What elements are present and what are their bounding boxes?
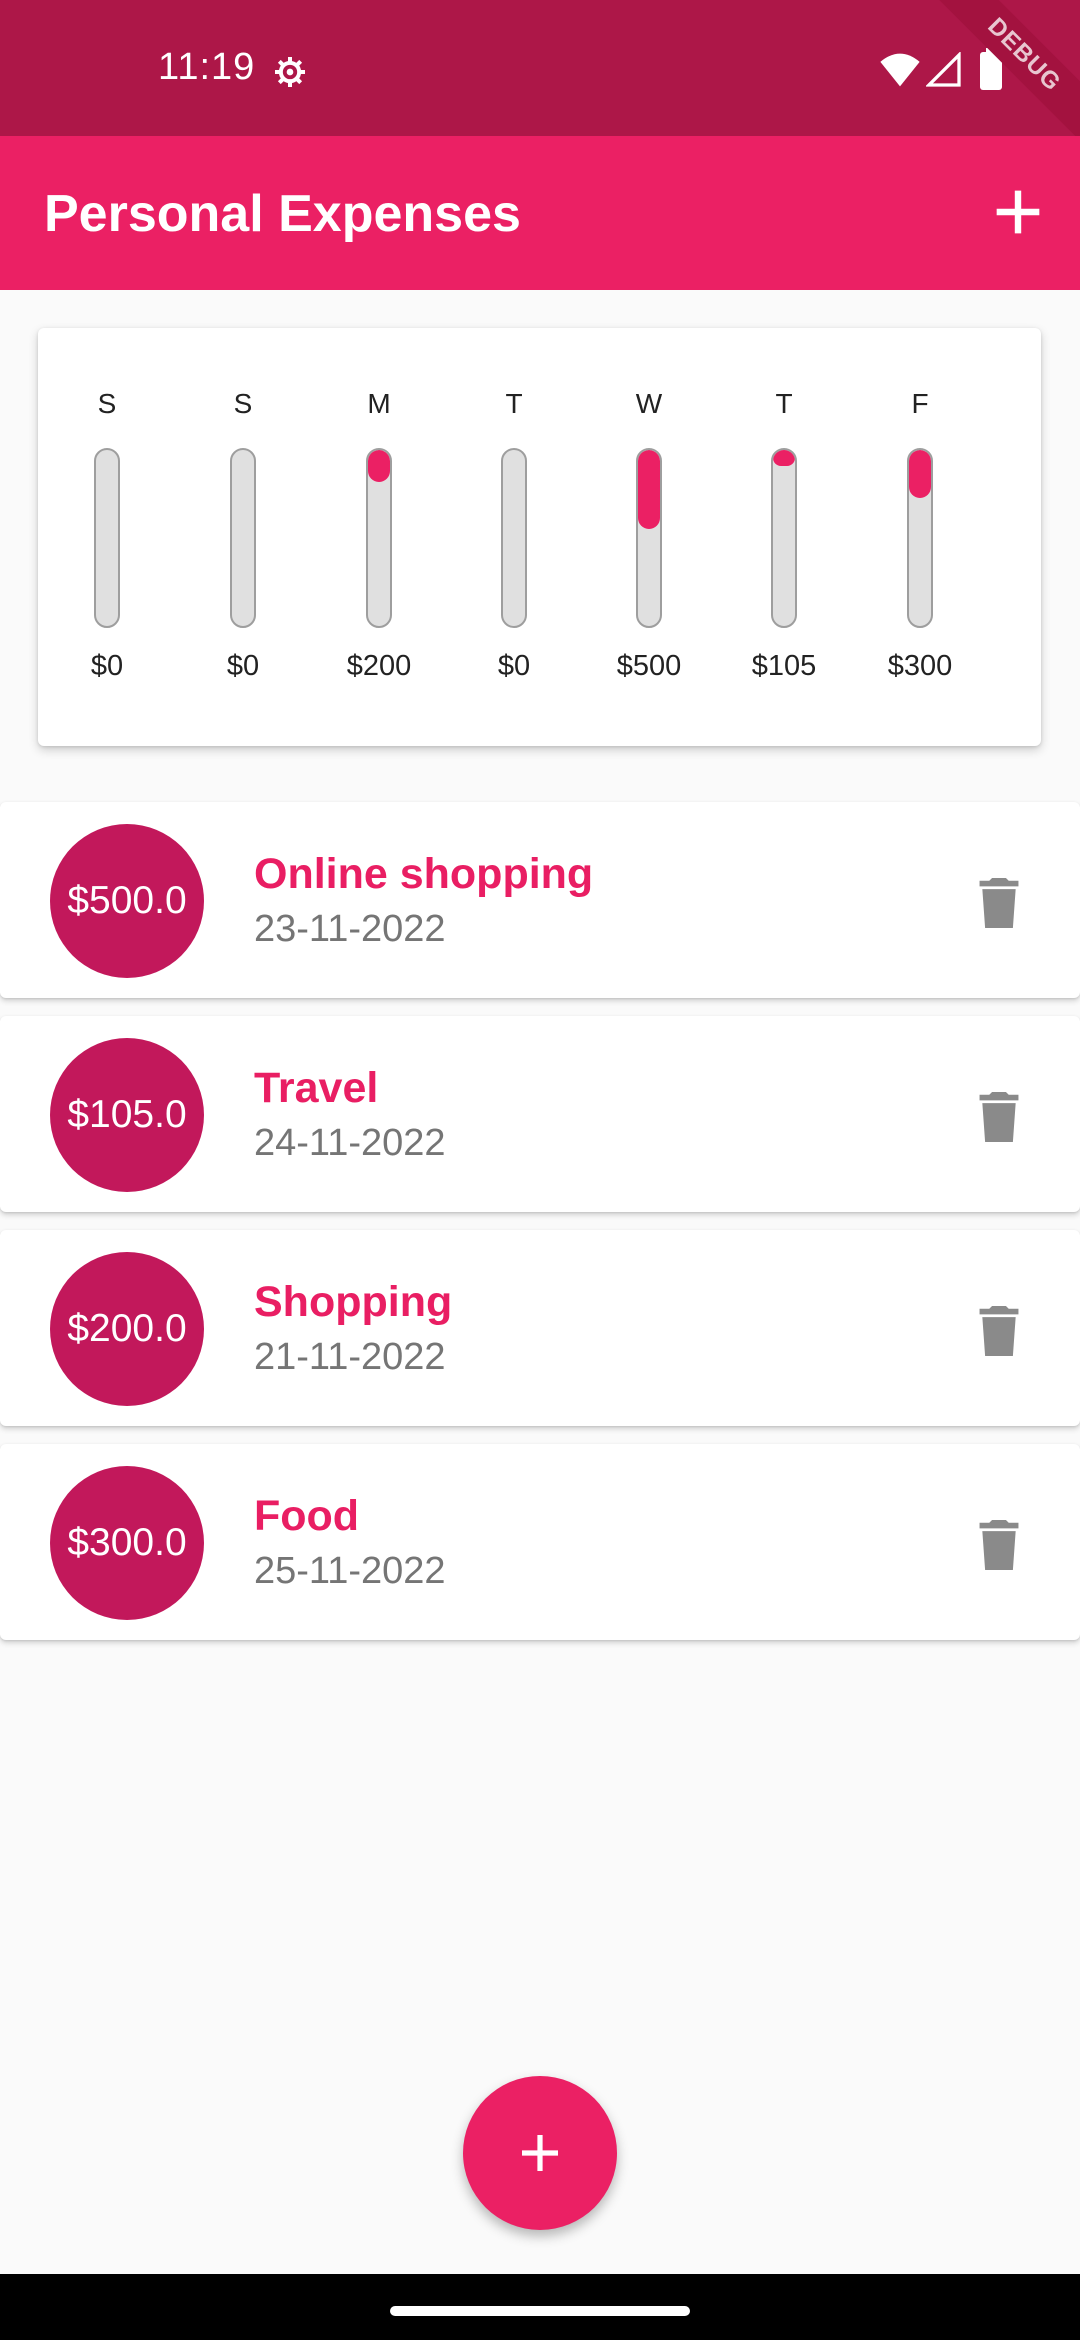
- amount-avatar: $300.0: [50, 1466, 204, 1620]
- plus-icon: [522, 2135, 558, 2171]
- transaction-date: 23-11-2022: [254, 908, 446, 950]
- bar-amount-label: $0: [90, 650, 124, 682]
- bar-track: [636, 448, 662, 628]
- status-time: 11:19: [158, 46, 256, 88]
- app-bar: Personal Expenses: [0, 136, 1080, 290]
- bar-amount-label: $500: [616, 650, 682, 682]
- chart-bar: T $105: [719, 328, 849, 746]
- chart-bar: M $200: [314, 328, 444, 746]
- bar-day-label: M: [367, 388, 391, 419]
- bar-track: [501, 448, 527, 628]
- transaction-date: 25-11-2022: [254, 1550, 446, 1592]
- trash-icon[interactable]: [978, 1520, 1020, 1570]
- chart-bar: T $0: [449, 328, 579, 746]
- page-title: Personal Expenses: [44, 185, 521, 243]
- bar-amount-label: $0: [226, 650, 260, 682]
- list-item: $300.0 Food 25-11-2022: [0, 1444, 1080, 1640]
- chart-bar: W $500: [584, 328, 714, 746]
- transaction-title: Travel: [254, 1064, 379, 1112]
- wifi-icon: [880, 53, 920, 87]
- amount-avatar: $105.0: [50, 1038, 204, 1192]
- transaction-list: $500.0 Online shopping 23-11-2022 $105.0…: [0, 802, 1080, 1658]
- home-handle[interactable]: [390, 2306, 690, 2316]
- bar-day-label: S: [233, 388, 253, 419]
- bar-amount-label: $200: [346, 650, 412, 682]
- bar-amount-label: $0: [497, 650, 531, 682]
- bar-fill: [368, 450, 390, 482]
- weekly-chart: S $0 S $0 M $200 T $0 W $500 T $105 F $3…: [38, 328, 1041, 746]
- bar-track: [366, 448, 392, 628]
- transaction-title: Shopping: [254, 1278, 453, 1326]
- amount-avatar: $500.0: [50, 824, 204, 978]
- signal-icon: [926, 52, 961, 87]
- gear-icon: [275, 57, 305, 87]
- chart-bar: S $0: [178, 328, 308, 746]
- amount-avatar: $200.0: [50, 1252, 204, 1406]
- trash-icon[interactable]: [978, 1306, 1020, 1356]
- list-item: $500.0 Online shopping 23-11-2022: [0, 802, 1080, 998]
- transaction-title: Online shopping: [254, 850, 594, 898]
- transaction-date: 24-11-2022: [254, 1122, 446, 1164]
- transaction-title: Food: [254, 1492, 360, 1540]
- bar-day-label: S: [97, 388, 117, 419]
- trash-icon[interactable]: [978, 878, 1020, 928]
- bar-fill: [638, 450, 660, 530]
- transaction-date: 21-11-2022: [254, 1336, 446, 1378]
- bar-day-label: T: [505, 388, 523, 419]
- trash-icon[interactable]: [978, 1092, 1020, 1142]
- status-bar: 11:19 DEBUG: [0, 0, 1080, 155]
- bar-track: [771, 448, 797, 628]
- bar-day-label: T: [775, 388, 793, 419]
- bar-fill: [773, 450, 795, 466]
- bar-day-label: W: [635, 388, 663, 419]
- list-item: $105.0 Travel 24-11-2022: [0, 1016, 1080, 1212]
- add-expense-fab[interactable]: [463, 2076, 617, 2230]
- chart-bar: S $0: [42, 328, 172, 746]
- list-item: $200.0 Shopping 21-11-2022: [0, 1230, 1080, 1426]
- system-nav-bar: [0, 2274, 1080, 2340]
- bar-track: [230, 448, 256, 628]
- bar-day-label: F: [911, 388, 929, 419]
- bar-amount-label: $300: [887, 650, 953, 682]
- chart-bar: F $300: [855, 328, 985, 746]
- bar-track: [94, 448, 120, 628]
- bar-fill: [909, 450, 931, 498]
- bar-amount-label: $105: [751, 650, 817, 682]
- plus-icon[interactable]: [986, 180, 1050, 244]
- bar-track: [907, 448, 933, 628]
